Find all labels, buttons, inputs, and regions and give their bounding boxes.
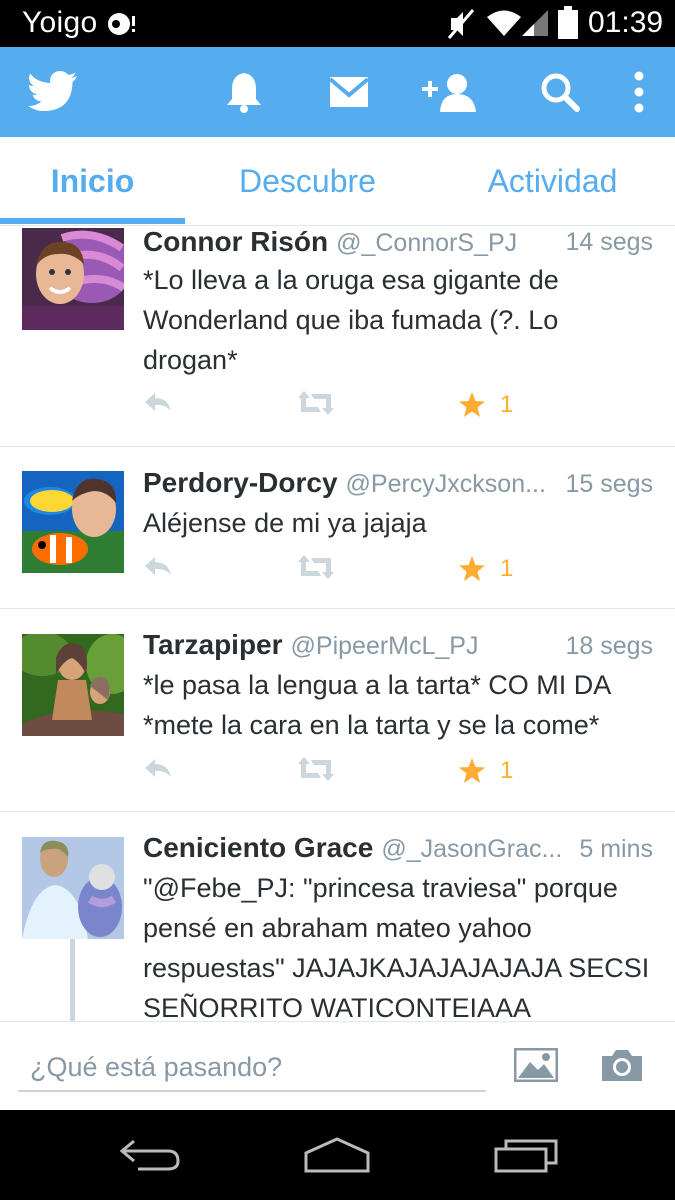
messages-envelope-icon[interactable] — [329, 67, 369, 117]
author-handle[interactable]: @_JasonGrac... — [381, 835, 562, 863]
signal-icon — [522, 10, 548, 36]
favorite-count: 1 — [500, 555, 514, 582]
tweet-timestamp: 15 segs — [565, 470, 653, 498]
back-arrow-icon[interactable] — [116, 1135, 182, 1180]
thread-connector — [70, 939, 75, 1021]
tweet-text: Aléjense de mi ya jajaja — [143, 508, 427, 538]
retweet-icon[interactable] — [298, 757, 334, 781]
avatar[interactable] — [22, 837, 124, 939]
tweet-actions: 1 — [143, 555, 543, 595]
wifi-icon — [487, 10, 521, 36]
tweet-item[interactable]: Tarzapiper @PipeerMcL_PJ 18 segs *le pasa… — [0, 609, 675, 812]
tweet-actions: 1 — [143, 757, 543, 797]
author-name[interactable]: Ceniciento Grace — [143, 832, 373, 863]
author-handle[interactable]: @_ConnorS_PJ — [336, 229, 517, 257]
tweet-author[interactable]: Tarzapiper @PipeerMcL_PJ — [143, 629, 478, 661]
tweet-author[interactable]: Connor Risón @_ConnorS_PJ — [143, 226, 517, 258]
reply-icon[interactable] — [143, 391, 173, 413]
compose-bar — [0, 1021, 675, 1110]
battery-icon — [558, 6, 578, 39]
tweet-item[interactable]: Perdory-Dorcy @PercyJxckson... 15 segs Al… — [0, 447, 675, 609]
author-name[interactable]: Tarzapiper — [143, 629, 283, 660]
tab-actividad[interactable]: Actividad — [460, 137, 645, 226]
tweet-item[interactable]: Ceniciento Grace @_JasonGrac... 5 mins "@… — [0, 812, 675, 1021]
reply-icon[interactable] — [143, 555, 173, 577]
system-navigation-bar — [0, 1110, 675, 1200]
tab-inicio[interactable]: Inicio — [0, 137, 185, 226]
favorite-count: 1 — [500, 757, 514, 784]
tweet-text: *Lo lleva a la oruga esa gigante de Wond… — [143, 265, 559, 375]
clock: 01:39 — [588, 6, 664, 39]
timeline[interactable]: Connor Risón @_ConnorS_PJ 14 segs *Lo lle… — [0, 226, 675, 1021]
tweet-author[interactable]: Perdory-Dorcy @PercyJxckson... — [143, 467, 546, 499]
avatar[interactable] — [22, 228, 124, 330]
mute-icon — [447, 9, 475, 39]
twitter-bird-icon[interactable] — [28, 67, 78, 117]
home-icon[interactable] — [302, 1135, 372, 1180]
tweet-timestamp: 5 mins — [579, 835, 653, 863]
tweet-timestamp: 14 segs — [565, 228, 653, 256]
star-icon — [459, 758, 485, 783]
add-user-icon[interactable] — [422, 67, 478, 117]
author-handle[interactable]: @PercyJxckson... — [346, 470, 546, 498]
tweet-text: *le pasa la lengua a la tarta* CO MI DA … — [143, 670, 610, 740]
carrier-notification-icon — [108, 13, 135, 35]
author-name[interactable]: Connor Risón — [143, 226, 328, 257]
avatar[interactable] — [22, 471, 124, 573]
status-bar: Yoigo 01:39 — [0, 0, 675, 47]
notifications-bell-icon[interactable] — [226, 67, 262, 117]
star-icon — [459, 556, 485, 581]
retweet-icon[interactable] — [298, 555, 334, 579]
recent-apps-icon[interactable] — [494, 1135, 560, 1180]
camera-icon[interactable] — [600, 1048, 644, 1087]
star-icon — [459, 392, 485, 417]
favorite-count: 1 — [500, 391, 514, 418]
tweet-actions: 1 — [143, 391, 543, 431]
tweet-text: "@Febe_PJ: "princesa traviesa" porque pe… — [143, 873, 650, 1021]
tweet-timestamp: 18 segs — [565, 632, 653, 660]
favorite-button[interactable]: 1 — [458, 391, 513, 419]
overflow-menu-icon[interactable] — [634, 67, 644, 117]
author-handle[interactable]: @PipeerMcL_PJ — [291, 632, 479, 660]
gallery-image-icon[interactable] — [513, 1047, 559, 1087]
favorite-button[interactable]: 1 — [458, 757, 513, 785]
carrier-name: Yoigo — [22, 6, 98, 39]
compose-tweet-input[interactable] — [18, 1044, 486, 1092]
tab-bar: Inicio Descubre Actividad — [0, 137, 675, 226]
reply-icon[interactable] — [143, 757, 173, 779]
retweet-icon[interactable] — [298, 391, 334, 415]
app-toolbar — [0, 47, 675, 137]
tweet-item[interactable]: Connor Risón @_ConnorS_PJ 14 segs *Lo lle… — [0, 226, 675, 447]
active-tab-indicator — [0, 218, 185, 224]
favorite-button[interactable]: 1 — [458, 555, 513, 583]
search-icon[interactable] — [540, 67, 580, 117]
author-name[interactable]: Perdory-Dorcy — [143, 467, 338, 498]
tab-descubre[interactable]: Descubre — [210, 137, 405, 226]
avatar[interactable] — [22, 634, 124, 736]
tweet-author[interactable]: Ceniciento Grace @_JasonGrac... — [143, 832, 562, 864]
